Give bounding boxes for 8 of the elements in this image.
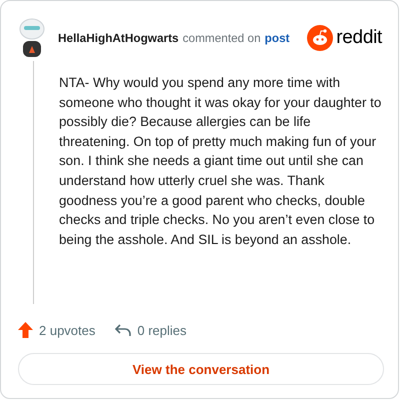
- comment-text: NTA- Why would you spend any more time with someone who thought it was okay for your daughter to possibly die? Because allergies can be life threatening. On top of pretty much making fun of your son. I think she needs a giant time out until she can understand how utterly cruel she was. Thank goodness you’re a good parent who checks, double checks and triple checks. No you aren’t even close to being the asshole. And SIL is beyond an asshole.: [58, 74, 382, 249]
- username[interactable]: HellaHighAtHogwarts: [58, 31, 179, 45]
- brand-wordmark: reddit: [336, 27, 382, 49]
- upvote-count: 2 upvotes: [39, 322, 96, 338]
- view-conversation-button[interactable]: View the conversation: [18, 353, 384, 385]
- action-text: commented on: [182, 31, 261, 45]
- reply-count: 0 replies: [137, 322, 187, 338]
- post-link[interactable]: post: [264, 31, 290, 45]
